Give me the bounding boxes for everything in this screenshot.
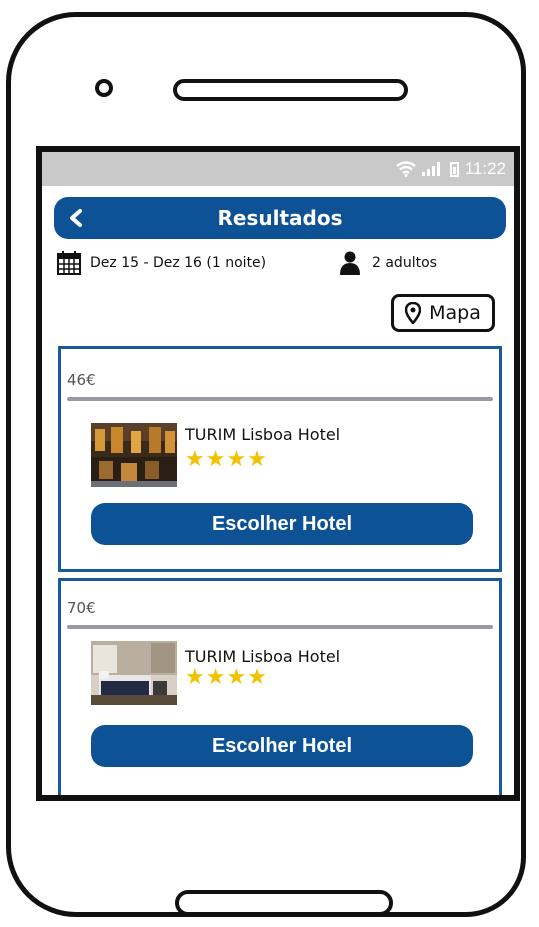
map-button-label: Mapa xyxy=(429,302,481,324)
divider xyxy=(67,397,493,401)
status-time: 11:22 xyxy=(464,159,506,178)
page-title: Resultados xyxy=(217,206,343,230)
person-icon xyxy=(340,251,360,275)
search-summary: Dez 15 - Dez 16 (1 noite) 2 adultos xyxy=(54,249,502,277)
hotel-name[interactable]: TURIM Lisboa Hotel xyxy=(185,425,340,444)
home-button[interactable] xyxy=(175,890,393,916)
hotel-name[interactable]: TURIM Lisboa Hotel xyxy=(185,647,340,666)
speaker-slot xyxy=(173,79,408,101)
divider xyxy=(67,625,493,629)
app-header: Resultados xyxy=(54,197,506,239)
guest-count: 2 adultos xyxy=(372,255,437,271)
map-button[interactable]: Mapa xyxy=(391,294,495,332)
choose-hotel-button[interactable]: Escolher Hotel xyxy=(91,725,473,767)
calendar-icon xyxy=(57,251,81,275)
battery-icon xyxy=(449,161,459,177)
wifi-icon xyxy=(395,161,416,177)
map-pin-icon xyxy=(405,302,422,324)
star-rating: ★★★★ xyxy=(185,665,268,690)
hotel-thumbnail[interactable] xyxy=(91,423,177,487)
camera-icon xyxy=(95,79,113,97)
hotel-result-card[interactable]: 70€ TURIM Lisboa Hotel ★★★★ Escolher Hot… xyxy=(58,578,502,795)
hotel-result-card[interactable]: 46€ TURIM Lisboa Hotel ★★★★ Escolher Hot… xyxy=(58,346,502,572)
hotel-price: 70€ xyxy=(67,599,96,617)
date-range: Dez 15 - Dez 16 (1 noite) xyxy=(90,255,267,271)
star-rating: ★★★★ xyxy=(185,447,268,472)
choose-hotel-button[interactable]: Escolher Hotel xyxy=(91,503,473,545)
status-bar: 11:22 xyxy=(42,152,514,186)
hotel-thumbnail[interactable] xyxy=(91,641,177,705)
app-screen: 11:22 Resultados Dez 15 - Dez 16 (1 noit… xyxy=(36,146,520,801)
hotel-price: 46€ xyxy=(67,371,96,389)
signal-icon xyxy=(421,162,440,176)
